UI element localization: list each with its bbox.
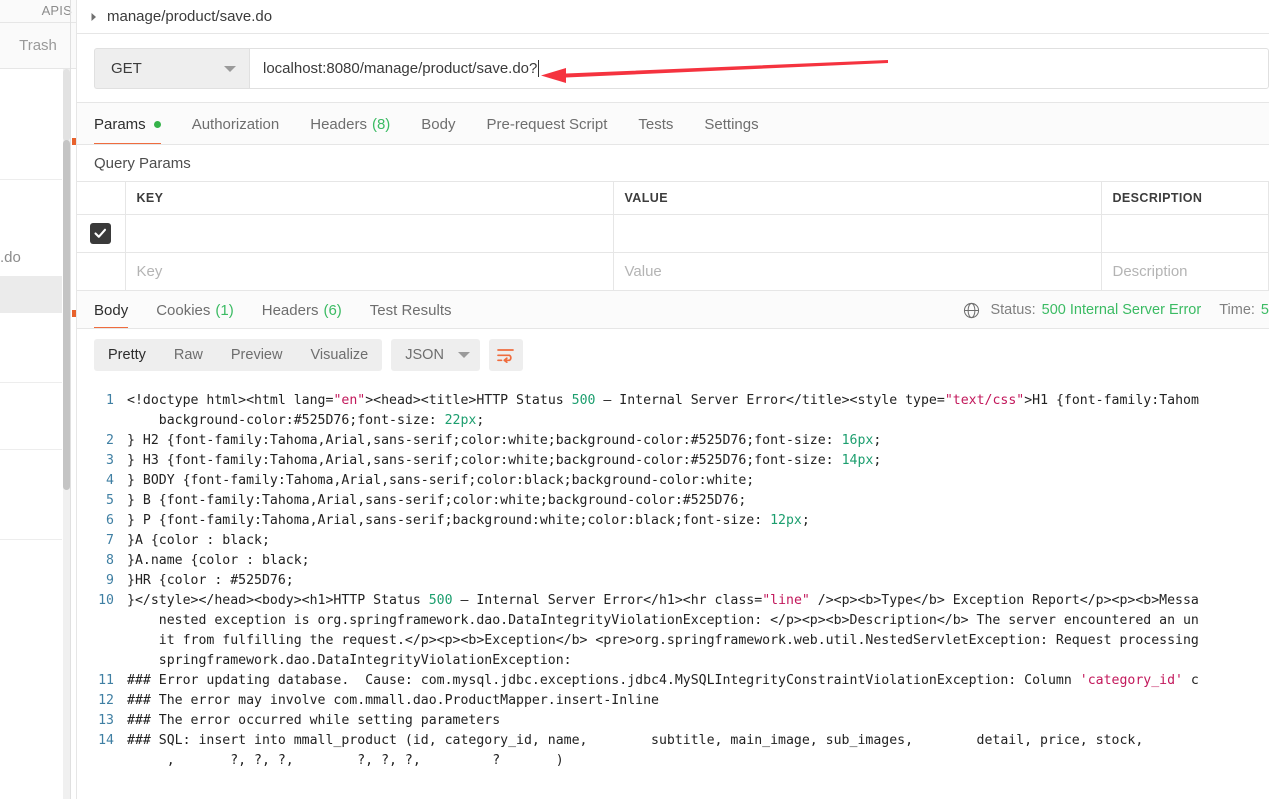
url-input-value: localhost:8080/manage/product/save.do? [263, 60, 538, 77]
response-tab-headers-count: (6) [323, 301, 342, 319]
row-checkbox-cell-empty[interactable] [77, 252, 126, 291]
tab-pre-request-script-label: Pre-request Script [486, 115, 608, 133]
tab-tests[interactable]: Tests [638, 103, 673, 145]
breadcrumb-text: manage/product/save.do [107, 8, 273, 25]
list-item-selected[interactable] [0, 276, 62, 313]
row-key-cell-empty[interactable]: Key [125, 252, 614, 291]
status-badge: 500 Internal Server Error [1041, 302, 1202, 318]
response-tab-body-label: Body [94, 301, 129, 319]
sidebar-request-list[interactable]: .do [0, 69, 62, 799]
response-viewer-toolbar: Pretty Raw Preview Visualize JSON [77, 329, 1269, 381]
tab-tests-label: Tests [638, 115, 674, 133]
sidebar-trash-button[interactable]: Trash [0, 23, 76, 69]
key-placeholder: Key [136, 263, 163, 280]
tab-params-label: Params [94, 115, 146, 133]
request-url-row: GET localhost:8080/manage/product/save.d… [77, 34, 1269, 103]
sidebar: APIS Trash .do [0, 0, 76, 799]
tab-pre-request-script[interactable]: Pre-request Script [487, 103, 608, 145]
tab-authorization-label: Authorization [191, 115, 280, 133]
list-item-label: .do [0, 248, 21, 266]
main-pane: manage/product/save.do GET localhost:808… [76, 0, 1269, 799]
query-params-title: Query Params [94, 154, 191, 172]
row-value-cell[interactable] [613, 214, 1102, 253]
postman-window: APIS Trash .do manage/product/save.do GE… [0, 0, 1269, 799]
viewer-mode-pretty[interactable]: Pretty [94, 339, 160, 371]
response-format-select[interactable]: JSON [391, 339, 480, 371]
response-body-text: 1 <!doctype html><html lang="en"><head><t… [98, 393, 1199, 768]
list-item[interactable] [0, 383, 62, 450]
column-header-description: DESCRIPTION [1101, 181, 1269, 215]
list-item[interactable] [0, 180, 62, 238]
request-tabs: Params Authorization Headers (8) Body Pr… [77, 103, 1269, 145]
description-placeholder: Description [1112, 263, 1188, 280]
table-header-row: KEY VALUE DESCRIPTION [77, 181, 1269, 215]
response-meta: Status: 500 Internal Server Error Time: … [963, 291, 1269, 329]
response-tab-body[interactable]: Body [94, 291, 129, 329]
status-label: Status: [990, 302, 1036, 318]
tab-authorization[interactable]: Authorization [192, 103, 280, 145]
response-body-code[interactable]: 1 <!doctype html><html lang="en"><head><t… [77, 381, 1269, 775]
chevron-right-icon[interactable] [87, 10, 101, 24]
time-label: Time: [1219, 302, 1255, 318]
list-item[interactable] [0, 313, 62, 383]
column-header-value: VALUE [613, 181, 1102, 215]
sidebar-scrollbar-thumb-upper[interactable] [63, 69, 70, 141]
list-item[interactable]: .do [0, 238, 62, 276]
list-item[interactable] [0, 109, 62, 180]
column-header-key: KEY [125, 181, 614, 215]
table-row[interactable] [77, 214, 1269, 253]
response-tab-cookies-label: Cookies [156, 301, 211, 319]
row-checkbox-checked[interactable] [90, 223, 112, 244]
response-tab-headers[interactable]: Headers (6) [262, 291, 342, 329]
row-key-cell[interactable] [125, 214, 614, 253]
response-tabs: Body Cookies (1) Headers (6) Test Result… [77, 291, 1269, 329]
table-row-placeholder[interactable]: Key Value Description [77, 252, 1269, 291]
value-placeholder: Value [624, 263, 662, 280]
tab-settings-label: Settings [704, 115, 759, 133]
viewer-mode-preview[interactable]: Preview [217, 339, 297, 371]
response-tab-test-results[interactable]: Test Results [370, 291, 452, 329]
list-item[interactable] [0, 69, 62, 109]
word-wrap-icon[interactable] [488, 339, 523, 371]
chevron-down-icon[interactable] [457, 352, 470, 358]
column-header-check [77, 181, 126, 215]
response-tab-test-results-label: Test Results [369, 301, 452, 319]
globe-icon[interactable] [963, 302, 980, 319]
tab-body-label: Body [421, 115, 456, 133]
query-params-table: KEY VALUE DESCRIPTION Key Value Descript… [77, 181, 1269, 291]
viewer-mode-raw[interactable]: Raw [160, 339, 217, 371]
chevron-down-icon[interactable] [224, 65, 236, 72]
http-method-select[interactable]: GET [94, 48, 249, 89]
params-modified-dot [153, 120, 161, 128]
tab-settings[interactable]: Settings [704, 103, 758, 145]
response-tab-cookies-count: (1) [215, 301, 234, 319]
sidebar-divider [70, 0, 71, 799]
breadcrumb[interactable]: manage/product/save.do [77, 0, 1269, 33]
sidebar-scrollbar-thumb[interactable] [63, 140, 70, 490]
query-params-header: Query Params [77, 145, 1269, 181]
tab-headers[interactable]: Headers (8) [310, 103, 390, 145]
viewer-mode-group: Pretty Raw Preview Visualize [94, 339, 383, 371]
tab-body[interactable]: Body [421, 103, 455, 145]
tab-headers-count: (8) [371, 115, 391, 133]
list-item[interactable] [0, 540, 62, 650]
list-item[interactable] [0, 450, 62, 540]
row-checkbox-cell[interactable] [77, 214, 126, 253]
time-value: 5 [1260, 302, 1269, 318]
response-format-label: JSON [405, 347, 444, 363]
tab-params[interactable]: Params [94, 103, 161, 145]
http-method-label: GET [111, 60, 142, 77]
viewer-mode-visualize[interactable]: Visualize [296, 339, 382, 371]
row-description-cell-empty[interactable]: Description [1101, 252, 1269, 291]
text-cursor [538, 60, 540, 77]
row-description-cell[interactable] [1101, 214, 1269, 253]
sidebar-tabs: APIS [0, 0, 76, 23]
sidebar-trash-label: Trash [19, 37, 57, 54]
url-input[interactable]: localhost:8080/manage/product/save.do? [249, 48, 1269, 89]
row-value-cell-empty[interactable]: Value [613, 252, 1102, 291]
response-tab-headers-label: Headers [261, 301, 319, 319]
response-tab-cookies[interactable]: Cookies (1) [156, 291, 234, 329]
tab-headers-label: Headers [310, 115, 367, 133]
